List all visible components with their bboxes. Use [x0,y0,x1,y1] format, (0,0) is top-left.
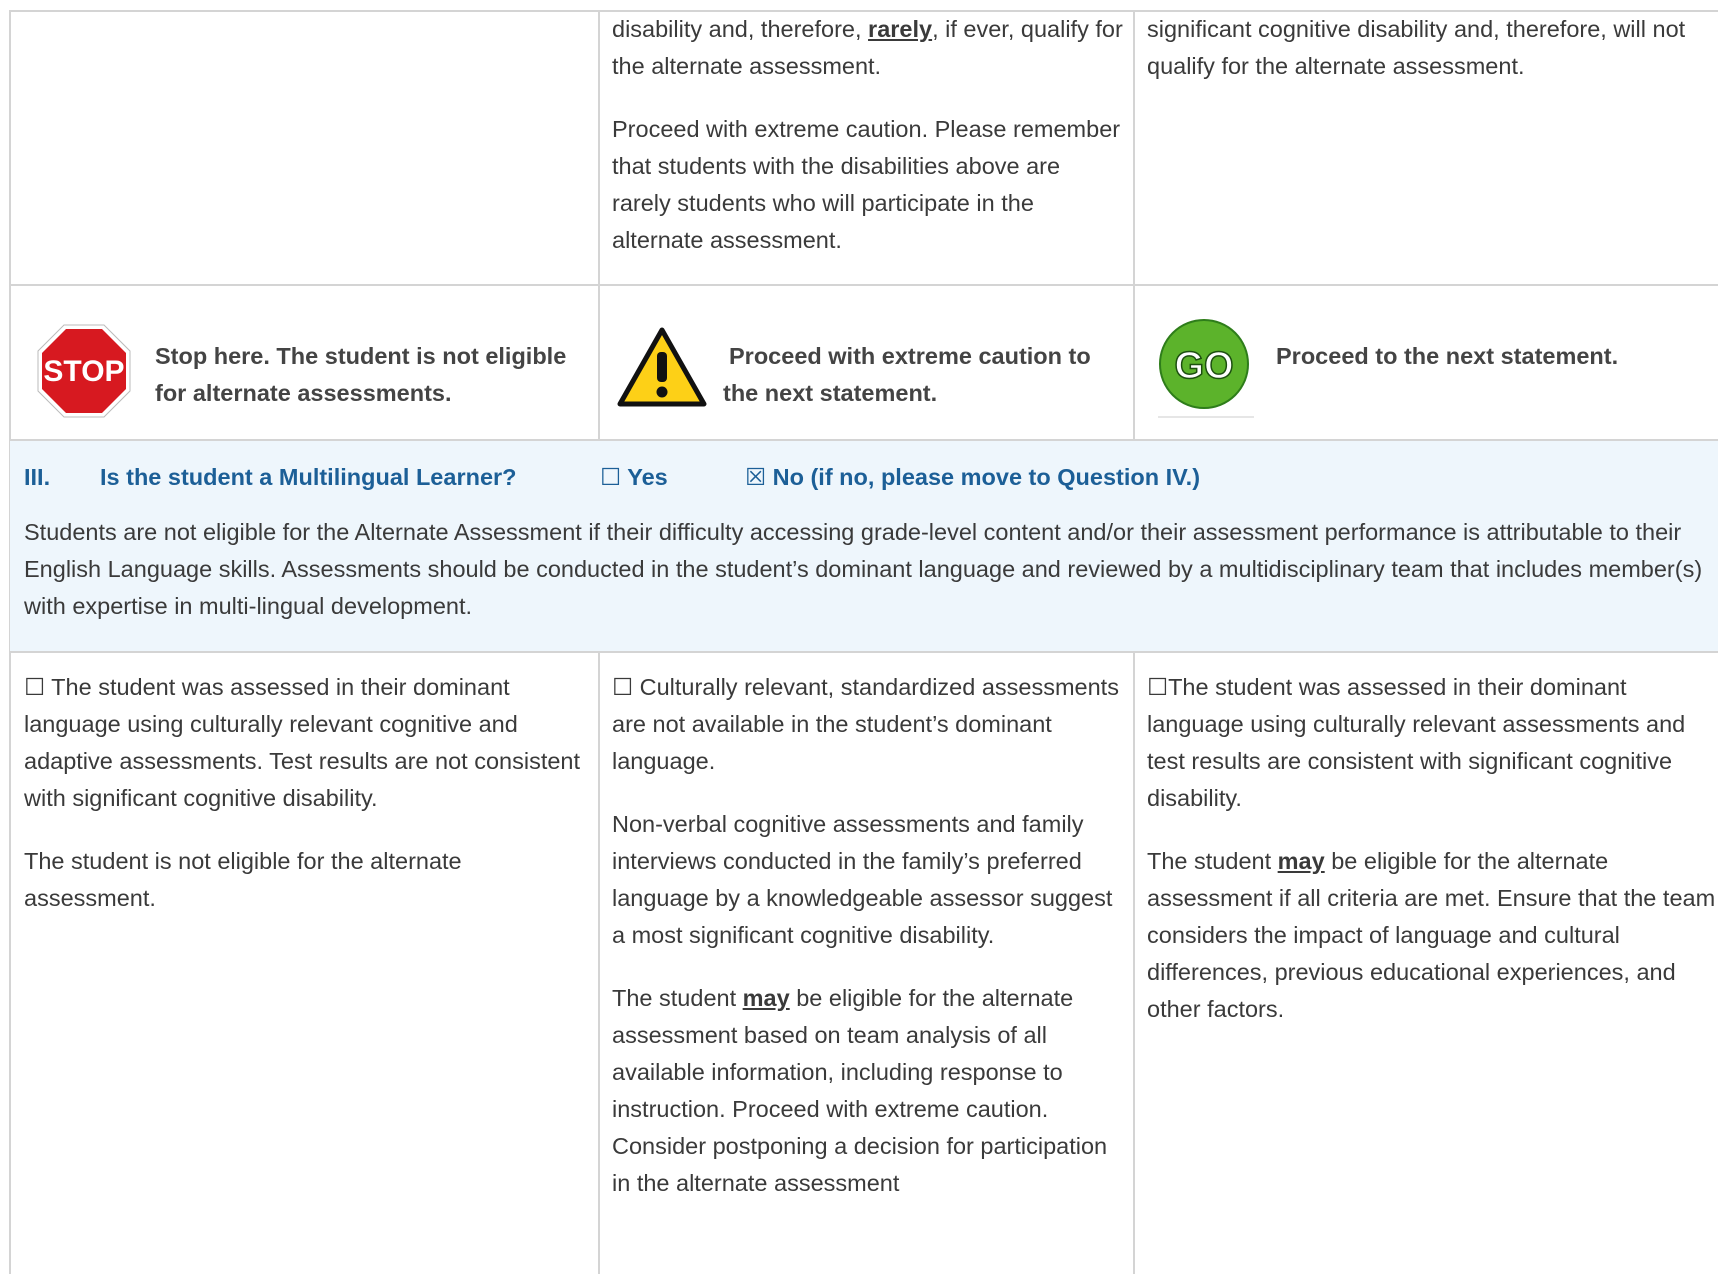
stop-instruction: Stop here. The student is not eligible f… [155,343,567,406]
row-divider-1 [10,284,1718,286]
top-col3-paragraph-1: significant cognitive disability and, th… [1147,16,1686,79]
option-consistent: ☐The student was assessed in their domin… [1147,674,1686,811]
yes-option[interactable]: ☐ Yes [600,460,668,494]
top-col3-text: significant cognitive disability and, th… [1147,11,1718,85]
top-col2-text: disability and, therefore, rarely, if ev… [612,11,1124,259]
yes-checkbox[interactable]: ☐ [600,464,621,490]
column-divider-2 [1133,10,1135,441]
row-divider-2 [10,439,1718,441]
column-divider-1 [598,10,600,441]
go-sign-icon: GO [1158,319,1254,418]
emphasis-rarely: rarely [868,16,933,42]
emphasis-may: may [1277,848,1325,874]
column-divider-3 [598,653,600,1274]
not-eligible-statement: The student is not eligible for the alte… [24,848,462,911]
question-text: Is the student a Multilingual Learner? [100,464,517,490]
no-checkbox-checked[interactable]: ☒ [745,464,766,490]
non-verbal-assessment-paragraph: Non-verbal cognitive assessments and fam… [612,811,1113,948]
go-sign-text: GO [1174,345,1233,387]
emphasis-may: may [742,985,790,1011]
may-be-eligible-paragraph: The student may be eligible for the alte… [1147,848,1716,1022]
bottom-col3-text: ☐The student was assessed in their domin… [1147,669,1718,1028]
question-number: III. [24,464,51,490]
top-col2-paragraph-1: disability and, therefore, rarely, if ev… [612,16,1123,79]
question-description: Students are not eligible for the Altern… [24,519,1703,619]
caution-instruction: Proceed with extreme caution to the next… [723,343,1091,406]
no-label: No (if no, please move to Question IV.) [772,464,1201,490]
bottom-col2-text: ☐ Culturally relevant, standardized asse… [612,669,1124,1202]
may-be-eligible-caution-paragraph: The student may be eligible for the alte… [612,985,1108,1196]
stop-sign-icon: STOP [37,324,131,418]
option-not-consistent: ☐ The student was assessed in their domi… [24,674,581,811]
document-page: disability and, therefore, rarely, if ev… [0,0,1718,1274]
stop-sign-text: STOP [43,355,124,388]
go-instruction: Proceed to the next statement. [1276,343,1619,369]
top-col2-paragraph-2: Proceed with extreme caution. Please rem… [612,116,1121,253]
bottom-col1-text: ☐ The student was assessed in their domi… [24,669,590,917]
row-divider-3 [10,651,1718,653]
option-not-available: ☐ Culturally relevant, standardized asse… [612,674,1119,774]
yes-label: Yes [627,464,668,490]
caution-warning-icon [617,327,707,407]
no-option[interactable]: ☒ No (if no, please move to Question IV.… [745,460,1200,494]
column-divider-4 [1133,653,1135,1274]
